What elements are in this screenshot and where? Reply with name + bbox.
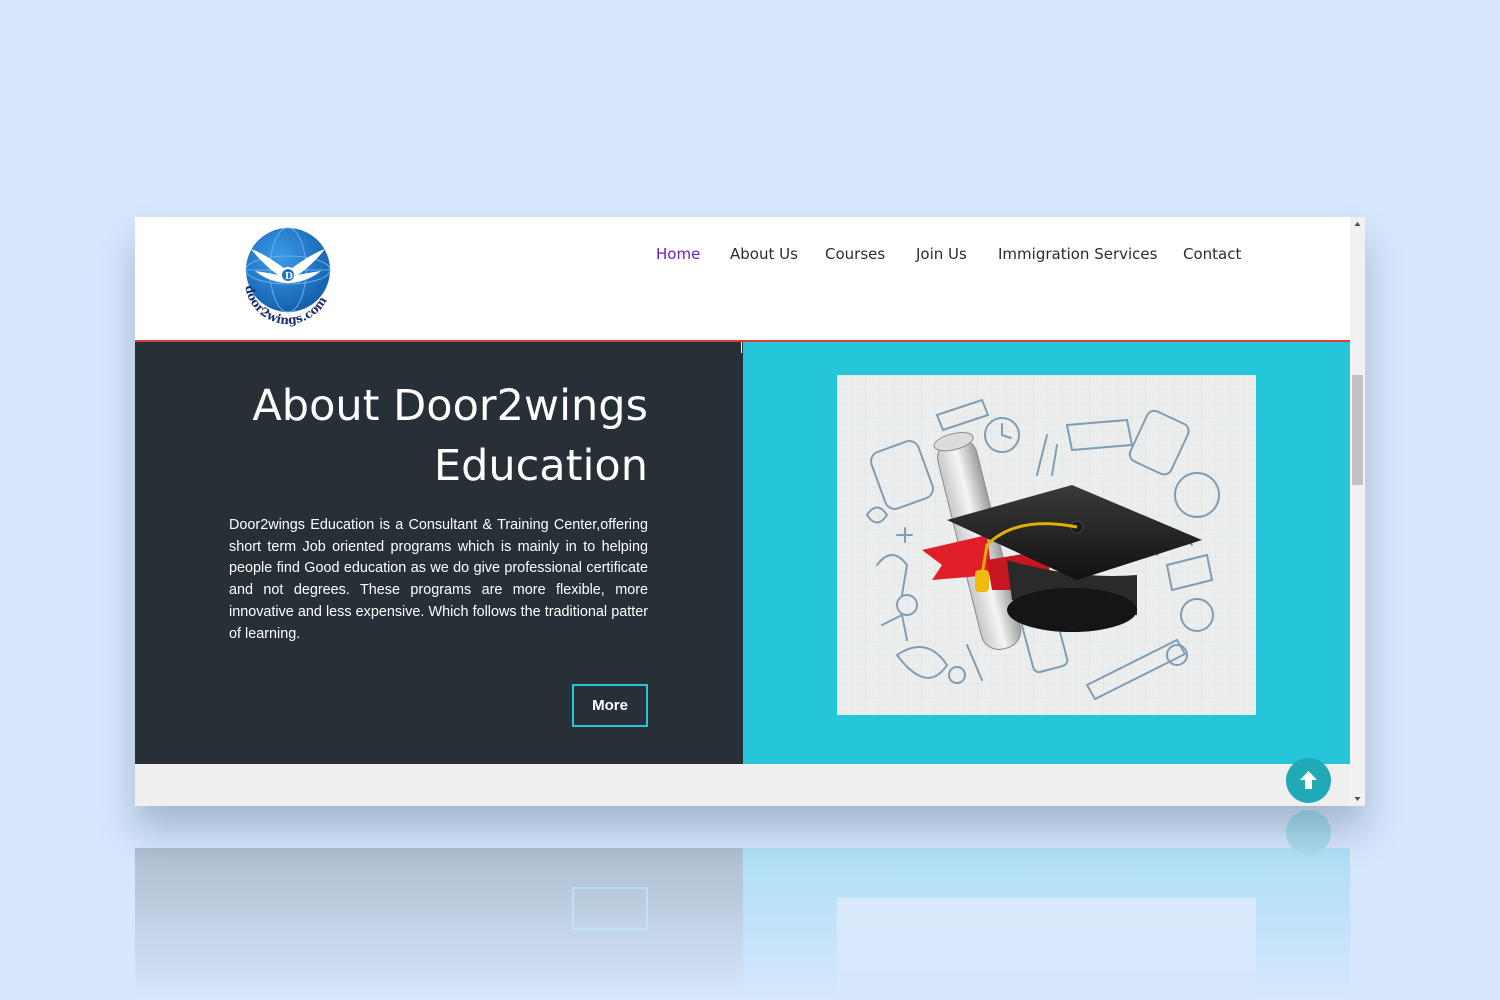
- scroll-thumb[interactable]: [1352, 375, 1363, 485]
- triangle-down-icon: [1354, 797, 1361, 801]
- arrow-up-icon: [1300, 771, 1317, 789]
- vertical-scrollbar[interactable]: [1350, 217, 1365, 806]
- about-heading-line-2: Education: [433, 441, 648, 491]
- nav-courses[interactable]: Courses: [825, 245, 885, 263]
- page-footer-strip: [135, 764, 1350, 806]
- nav-immigration-services[interactable]: Immigration Services: [998, 245, 1157, 263]
- more-button[interactable]: More: [572, 684, 648, 727]
- about-text-panel: About Door2wings Education Door2wings Ed…: [135, 342, 743, 764]
- svg-text:D: D: [285, 272, 293, 282]
- graduation-image: [837, 375, 1256, 715]
- triangle-up-icon: [1354, 222, 1361, 226]
- browser-window: D door2wings.com Home About Us Courses J…: [135, 217, 1365, 806]
- scroll-down-arrow[interactable]: [1350, 791, 1365, 806]
- logo-emblem-icon: D door2wings.com: [242, 227, 331, 327]
- scroll-to-top-button[interactable]: [1286, 758, 1331, 803]
- about-image-panel: [743, 342, 1350, 764]
- main-nav: Home About Us Courses Join Us Immigratio…: [135, 245, 1350, 267]
- about-heading-line-1: About Door2wings: [252, 381, 648, 431]
- nav-about-us[interactable]: About Us: [730, 245, 798, 263]
- about-heading: About Door2wings Education: [188, 376, 648, 496]
- scroll-up-arrow[interactable]: [1350, 217, 1365, 232]
- reflection-fade: [135, 806, 1365, 1000]
- divider-tick: [741, 342, 742, 353]
- nav-contact[interactable]: Contact: [1183, 245, 1241, 263]
- nav-join-us[interactable]: Join Us: [916, 245, 967, 263]
- graduation-cap-icon: [837, 375, 1256, 715]
- nav-home[interactable]: Home: [656, 245, 700, 263]
- site-header: D door2wings.com Home About Us Courses J…: [135, 217, 1350, 342]
- window-reflection: [135, 806, 1365, 1000]
- about-description: Door2wings Education is a Consultant & T…: [229, 517, 648, 642]
- site-logo[interactable]: D door2wings.com: [233, 223, 343, 333]
